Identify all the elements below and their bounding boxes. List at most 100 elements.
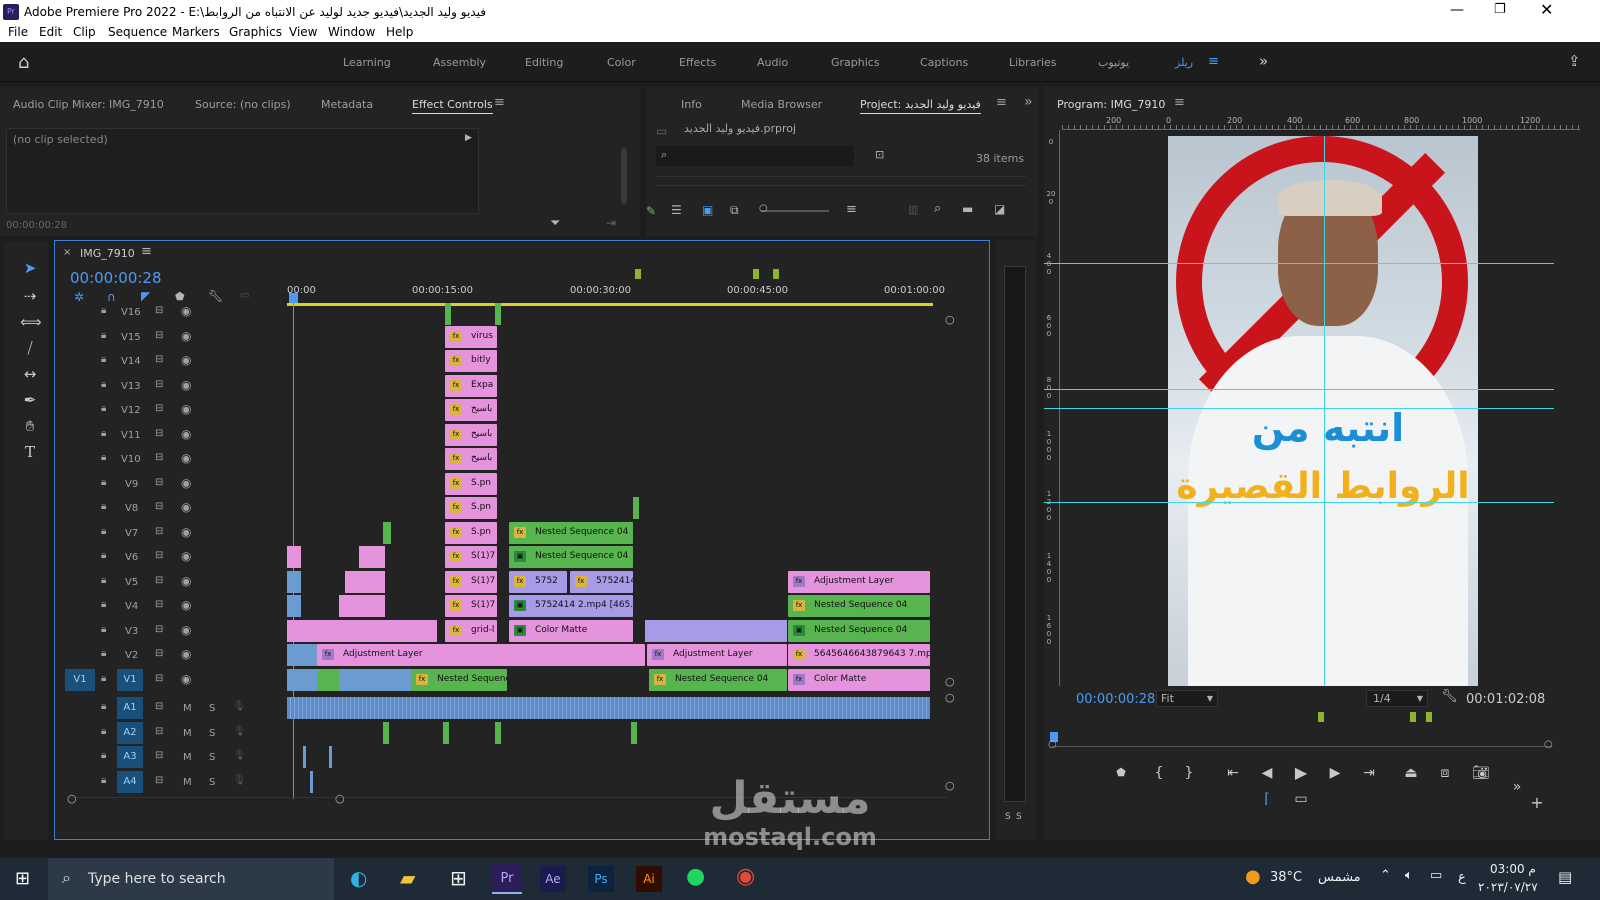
clip-mp4-v4[interactable]: ▣5752414 2.mp4 [465.85	[509, 595, 633, 617]
slip-tool-icon[interactable]: ↔	[20, 364, 40, 384]
workspace-youtube[interactable]: يوتيوب	[1098, 56, 1129, 69]
clip-fragment[interactable]	[495, 303, 501, 325]
zoom-end-handle[interactable]: ○	[1544, 739, 1553, 750]
audio-clip-a3[interactable]	[329, 746, 332, 768]
clip-fragment[interactable]	[645, 619, 787, 642]
clip-color-matte-v1[interactable]: fx Color Matte	[788, 668, 930, 691]
workspace-captions[interactable]: Captions	[920, 56, 968, 69]
menu-help[interactable]: Help	[386, 25, 413, 39]
workspace-audio[interactable]: Audio	[757, 56, 788, 69]
clip-fragment[interactable]	[345, 570, 385, 593]
project-search-input[interactable]: ⌕	[656, 146, 854, 166]
clip-adjustment-v2[interactable]: fx Adjustment Layer	[317, 644, 645, 666]
audio-clip-a4[interactable]	[310, 770, 313, 793]
solo-right-button[interactable]: S	[1016, 812, 1022, 822]
clip-spn-2[interactable]: fx S.pn	[445, 497, 497, 519]
program-scrubber[interactable]	[1052, 746, 1552, 747]
clip-nested-v1[interactable]: fx Nested Sequenc	[411, 668, 507, 691]
menu-edit[interactable]: Edit	[39, 25, 62, 39]
tab-project[interactable]: Project: فيديو وليد الجديد	[860, 98, 981, 114]
new-bin-icon[interactable]: ▬	[962, 202, 973, 216]
extract-icon[interactable]: ⧈	[1434, 762, 1456, 784]
panel-menu-icon[interactable]: ≡	[494, 95, 505, 110]
solo-left-button[interactable]: S	[1005, 812, 1011, 822]
program-menu-icon[interactable]: ≡	[1174, 95, 1185, 110]
mark-in-icon[interactable]: {	[1148, 762, 1170, 784]
clip-s17-2[interactable]: fx S(1)7	[445, 570, 497, 593]
scroll-handle-left[interactable]: ○	[67, 792, 77, 805]
program-timecode[interactable]: 00:00:00:28	[1076, 692, 1155, 707]
clip-spn-1[interactable]: fx S.pn	[445, 472, 497, 495]
video-scroll-handle[interactable]: ○	[945, 313, 955, 326]
clip-fragment[interactable]	[287, 668, 411, 691]
clip-fragment[interactable]	[287, 619, 437, 642]
menu-graphics[interactable]: Graphics	[229, 25, 282, 39]
zoom-start-handle[interactable]: ○	[1048, 739, 1057, 750]
premiere-taskbar-icon[interactable]: Pr	[492, 864, 522, 894]
windows-start-icon[interactable]: ⊞	[15, 868, 30, 889]
zoom-slider[interactable]	[761, 210, 829, 212]
tab-audio-clip-mixer[interactable]: Audio Clip Mixer: IMG_7910	[13, 98, 164, 111]
clock-date[interactable]: ٢٠٢٣/٠٧/٢٧	[1478, 880, 1538, 894]
audio-clip-a2[interactable]	[495, 721, 501, 744]
export-frame-icon[interactable]: 📷︎	[1470, 762, 1492, 784]
tray-chevron-icon[interactable]: ⌃	[1380, 868, 1391, 883]
clip-spn-3[interactable]: fx S.pn	[445, 521, 497, 544]
mark-out-icon[interactable]: }	[1178, 762, 1200, 784]
after-effects-icon[interactable]: Ae	[540, 866, 566, 892]
tab-info[interactable]: Info	[681, 98, 702, 111]
workspace-reels[interactable]: ريلز	[1175, 56, 1193, 69]
clip-arabic-1[interactable]: fx باسيخ	[445, 399, 497, 421]
notifications-icon[interactable]: ▤	[1558, 868, 1572, 886]
play-icon[interactable]: ▶︎	[1290, 762, 1312, 784]
bin-search-icon[interactable]: ⊡	[875, 148, 884, 161]
clip-fragment[interactable]	[287, 570, 301, 593]
clip-fragment[interactable]	[287, 644, 317, 666]
clip-fragment[interactable]	[383, 521, 391, 544]
audio-clip-a3[interactable]	[303, 746, 306, 768]
audio-scroll-handle[interactable]: ○	[945, 779, 955, 792]
store-icon[interactable]: ⊞	[450, 866, 467, 890]
find-icon[interactable]: ⌕	[934, 201, 941, 216]
clip-virus[interactable]: fx virus	[445, 325, 497, 348]
add-marker-icon[interactable]: ⬟	[1110, 762, 1132, 784]
razor-tool-icon[interactable]: ⧸	[20, 338, 40, 358]
workspace-graphics[interactable]: Graphics	[831, 56, 880, 69]
list-view-icon[interactable]: ☰	[671, 203, 682, 217]
clip-5752[interactable]: fx 5752	[509, 570, 567, 593]
workspace-effects[interactable]: Effects	[679, 56, 716, 69]
clip-fragment[interactable]	[339, 595, 385, 617]
go-to-in-icon[interactable]: ⇤	[1222, 762, 1244, 784]
workspace-editing[interactable]: Editing	[525, 56, 563, 69]
fit-dropdown[interactable]: Fit ▼	[1156, 690, 1218, 707]
clip-nested-v3[interactable]: ▣ Nested Sequence 04	[788, 619, 930, 642]
audio-clip-a1[interactable]	[287, 697, 930, 719]
clip-fragment[interactable]	[445, 303, 451, 325]
workspace-assembly[interactable]: Assembly	[433, 56, 486, 69]
clock-time[interactable]: 03:00 م	[1490, 862, 1536, 876]
menu-view[interactable]: View	[289, 25, 317, 39]
tab-media-browser[interactable]: Media Browser	[741, 98, 822, 111]
network-icon[interactable]: ▭	[1430, 868, 1442, 883]
menu-markers[interactable]: Markers	[172, 25, 220, 39]
clip-s17-3[interactable]: fx S(1)7	[445, 595, 497, 617]
workspace-learning[interactable]: Learning	[343, 56, 391, 69]
resolution-dropdown[interactable]: 1/4 ▼	[1366, 690, 1428, 707]
effect-controls-scrollbar[interactable]	[621, 148, 627, 204]
clip-mp4-v2[interactable]: fx 5645646643879643 7.mp4	[788, 644, 930, 666]
more-workspaces-icon[interactable]: »	[1259, 52, 1268, 70]
clip-nested-v1b[interactable]: fx Nested Sequence 04	[649, 668, 787, 691]
clip-color-matte-v3[interactable]: ▣ Color Matte	[509, 619, 633, 642]
file-explorer-icon[interactable]: ▰	[400, 866, 415, 890]
chrome-icon[interactable]: ◉	[736, 864, 755, 889]
taskbar-search-box[interactable]: ⌕ Type here to search	[48, 858, 334, 900]
illustrator-icon[interactable]: Ai	[636, 866, 662, 892]
type-tool-icon[interactable]: T	[20, 442, 40, 462]
clip-nested-v7[interactable]: fx Nested Sequence 04	[509, 521, 633, 544]
video-scroll-handle[interactable]: ○	[945, 675, 955, 688]
audio-clip-a2[interactable]	[383, 721, 389, 744]
menu-sequence[interactable]: Sequence	[108, 25, 167, 39]
workspace-libraries[interactable]: Libraries	[1009, 56, 1057, 69]
audio-scroll-handle[interactable]: ○	[945, 691, 955, 704]
menu-file[interactable]: File	[8, 25, 28, 39]
